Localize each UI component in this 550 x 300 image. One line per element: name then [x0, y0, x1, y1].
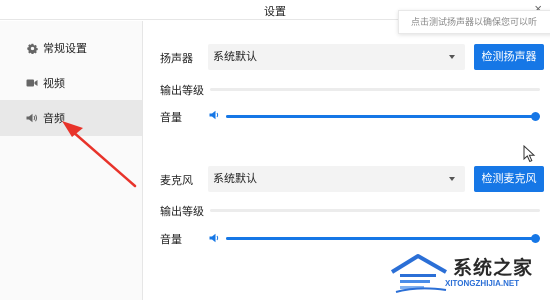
- speaker-volume-label: 音量: [160, 112, 182, 124]
- sidebar-item-audio[interactable]: 音频: [0, 100, 142, 136]
- sidebar-item-video[interactable]: 视频: [0, 65, 142, 101]
- speaker-label: 扬声器: [160, 53, 193, 65]
- chevron-down-icon: [449, 177, 455, 181]
- microphone-volume-slider[interactable]: [226, 234, 540, 243]
- speaker-icon: [26, 112, 38, 124]
- volume-icon: [209, 110, 221, 120]
- volume-icon: [209, 233, 221, 243]
- tooltip: 点击测试扬声器以确保您可以听: [398, 10, 550, 34]
- speaker-volume-fill: [226, 115, 536, 118]
- sidebar: 常规设置 视频 音频: [0, 21, 143, 300]
- speaker-device-select[interactable]: 系统默认: [208, 44, 465, 70]
- speaker-volume-handle[interactable]: [531, 112, 540, 121]
- mouse-cursor-icon: [523, 145, 536, 163]
- watermark-subtitle: XITONGZHIJIA.NET: [445, 279, 520, 288]
- video-camera-icon: [26, 77, 38, 89]
- microphone-volume-handle[interactable]: [531, 234, 540, 243]
- microphone-output-level-label: 输出等级: [160, 206, 204, 218]
- speaker-output-level-meter: [210, 88, 540, 91]
- gear-icon: [26, 42, 38, 54]
- test-speaker-button[interactable]: 检测扬声器: [474, 44, 544, 70]
- house-logo-icon: [390, 254, 447, 293]
- microphone-device-value: 系统默认: [213, 173, 257, 185]
- sidebar-item-general-settings[interactable]: 常规设置: [0, 30, 142, 66]
- watermark-logo: 系统之家 XITONGZHIJIA.NET: [388, 248, 550, 298]
- speaker-output-level-label: 输出等级: [160, 85, 204, 97]
- sidebar-item-label: 音频: [43, 113, 65, 125]
- test-microphone-button[interactable]: 检测麦克风: [474, 166, 544, 192]
- microphone-volume-label: 音量: [160, 234, 182, 246]
- speaker-volume-slider[interactable]: [226, 112, 540, 121]
- speaker-device-value: 系统默认: [213, 51, 257, 63]
- microphone-volume-fill: [226, 237, 536, 240]
- microphone-label: 麦克风: [160, 175, 193, 187]
- sidebar-item-label: 常规设置: [43, 43, 87, 55]
- watermark-title: 系统之家: [453, 258, 534, 279]
- microphone-output-level-meter: [210, 209, 540, 212]
- sidebar-item-label: 视频: [43, 78, 65, 90]
- chevron-down-icon: [449, 55, 455, 59]
- microphone-device-select[interactable]: 系统默认: [208, 166, 465, 192]
